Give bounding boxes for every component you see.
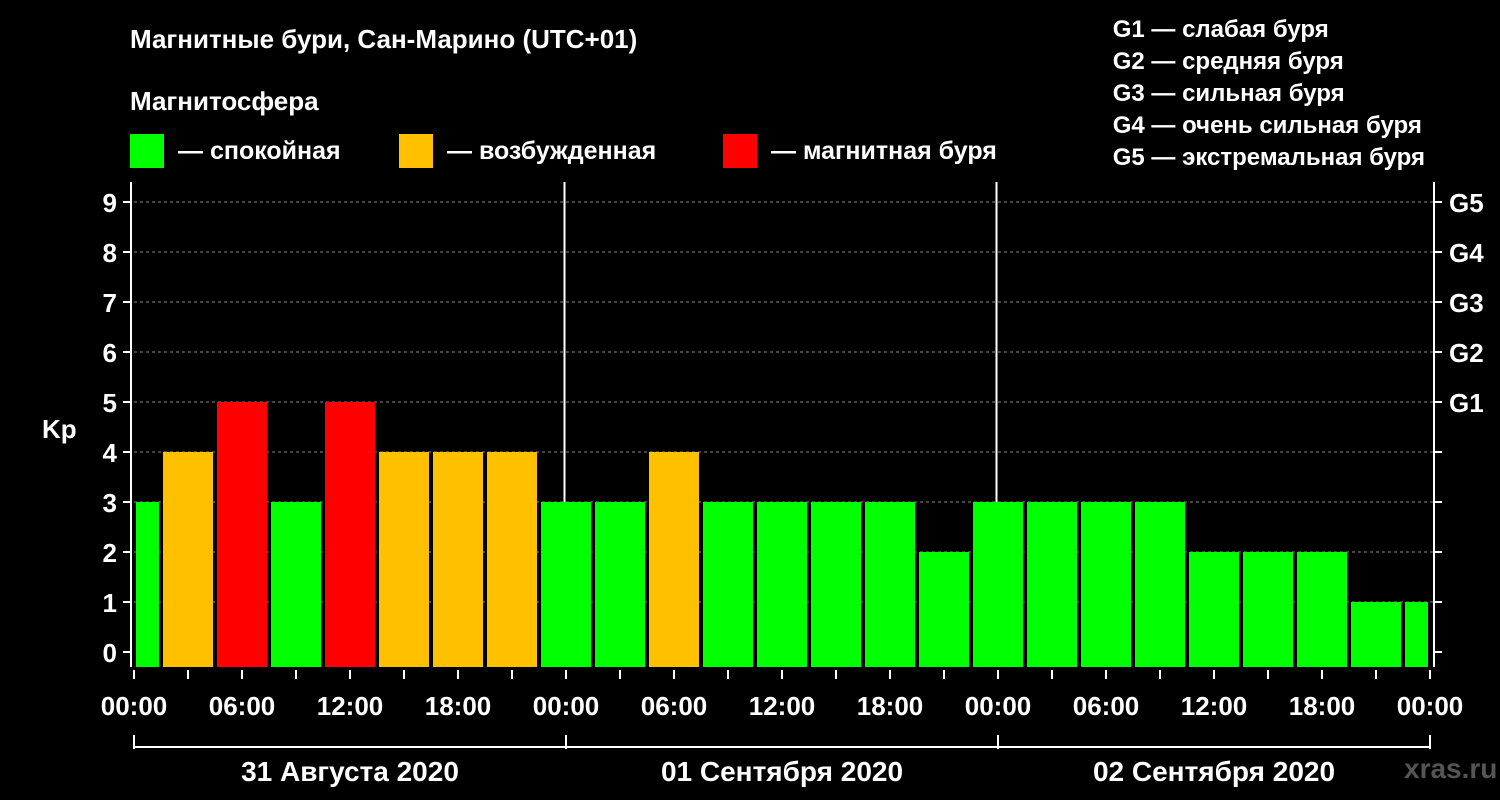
x-tick-label: 06:00 [641,691,708,721]
kp-bar [271,502,321,667]
kp-bar [649,452,699,667]
y-tick-label: 6 [103,338,117,368]
day-label: 02 Сентября 2020 [1093,756,1335,787]
g-scale-label: G2 [1449,338,1484,368]
y-tick-label: 4 [103,438,118,468]
day-label: 01 Сентября 2020 [661,756,903,787]
x-tick-label: 06:00 [1073,691,1140,721]
kp-bar [1243,552,1293,667]
kp-bar [1135,502,1185,667]
watermark: xras.ru [1404,753,1498,784]
kp-bar [811,502,861,667]
x-tick-label: 00:00 [101,691,168,721]
kp-bar [217,402,267,667]
kp-bar [1351,602,1401,667]
y-tick-label: 2 [103,538,117,568]
kp-bar [163,452,213,667]
y-tick-label: 3 [103,488,117,518]
x-tick-label: 12:00 [317,691,384,721]
y-tick-label: 7 [103,288,117,318]
g-scale-label: G4 [1449,238,1484,268]
y-tick-label: 5 [103,388,117,418]
kp-bar [973,502,1023,667]
kp-bar [1027,502,1077,667]
kp-bar [433,452,483,667]
x-tick-label: 00:00 [965,691,1032,721]
g-scale-label: G3 [1449,288,1484,318]
kp-bar [919,552,969,667]
x-tick-label: 06:00 [209,691,276,721]
y-tick-label: 9 [103,188,117,218]
kp-bar [595,502,645,667]
x-tick-label: 18:00 [1289,691,1356,721]
y-tick-label: 0 [103,638,117,668]
g-scale-label: G1 [1449,388,1484,418]
y-axis-label: Kp [42,414,77,444]
day-label: 31 Августа 2020 [241,756,459,787]
x-tick-label: 12:00 [749,691,816,721]
x-tick-label: 18:00 [857,691,924,721]
x-tick-label: 18:00 [425,691,492,721]
kp-bar [1081,502,1131,667]
kp-bar [487,452,537,667]
kp-bar [1405,602,1428,667]
y-tick-label: 8 [103,238,117,268]
kp-bar [757,502,807,667]
x-tick-label: 00:00 [533,691,600,721]
kp-bar-chart: 0 1 2 3 4 5 6 7 8 9 Kp G1 G2 G3 G4 G5 00:00 06:00 12:00 18:… [42,182,1484,787]
kp-bar [865,502,915,667]
kp-bar [541,502,591,667]
x-tick-label: 12:00 [1181,691,1248,721]
kp-bar [379,452,429,667]
y-tick-label: 1 [103,588,117,618]
g-scale-label: G5 [1449,188,1484,218]
x-tick-label: 00:00 [1397,691,1464,721]
kp-bar [325,402,375,667]
kp-bar [1189,552,1239,667]
kp-bar [703,502,753,667]
kp-bar [1297,552,1347,667]
kp-bar [136,502,159,667]
